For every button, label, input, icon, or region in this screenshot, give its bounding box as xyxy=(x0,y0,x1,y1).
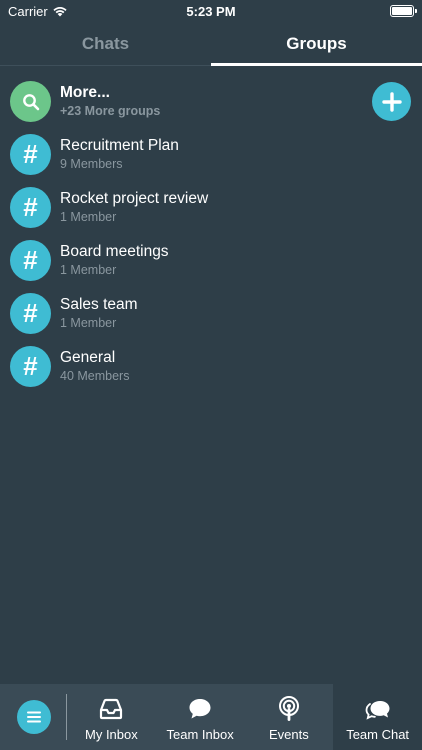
carrier-label: Carrier xyxy=(8,3,48,19)
status-left: Carrier xyxy=(8,4,68,19)
group-text: Sales team 1 Member xyxy=(60,295,138,332)
battery-icon xyxy=(390,5,417,17)
status-bar: Carrier 5:23 PM xyxy=(0,0,422,22)
segment-tabs: Chats Groups xyxy=(0,22,422,66)
tab-chats[interactable]: Chats xyxy=(0,22,211,65)
add-group-button[interactable] xyxy=(372,82,411,121)
hashtag-icon: # xyxy=(10,240,51,281)
search-icon xyxy=(10,81,51,122)
hashtag-icon: # xyxy=(10,187,51,228)
group-name: Recruitment Plan xyxy=(60,137,179,154)
group-members: 9 Members xyxy=(60,157,123,171)
group-members: 1 Member xyxy=(60,210,117,224)
hamburger-icon xyxy=(26,711,41,723)
chat-bubble-icon xyxy=(189,699,211,719)
inbox-icon xyxy=(100,698,123,720)
more-groups-count: +23 More groups xyxy=(60,104,161,118)
group-text: Board meetings 1 Member xyxy=(60,242,169,279)
group-row-board-meetings[interactable]: # Board meetings 1 Member xyxy=(0,234,422,287)
menu-cell xyxy=(0,684,67,750)
team-chat-icon xyxy=(365,701,390,720)
more-groups-text: More... +23 More groups xyxy=(60,83,160,120)
more-groups-row[interactable]: More... +23 More groups xyxy=(0,75,422,128)
plus-icon xyxy=(381,91,402,112)
hashtag-icon: # xyxy=(10,134,51,175)
nav-team-inbox[interactable]: Team Inbox xyxy=(156,684,245,750)
group-members: 1 Member xyxy=(60,316,117,330)
group-row-sales-team[interactable]: # Sales team 1 Member xyxy=(0,287,422,340)
nav-label: My Inbox xyxy=(85,727,138,742)
wifi-icon xyxy=(53,7,67,17)
group-list: More... +23 More groups # Recruitment Pl… xyxy=(0,75,422,393)
nav-my-inbox[interactable]: My Inbox xyxy=(67,684,156,750)
broadcast-icon xyxy=(278,696,299,721)
nav-events[interactable]: Events xyxy=(245,684,334,750)
nav-label: Events xyxy=(269,727,309,742)
group-text: Rocket project review 1 Member xyxy=(60,189,208,226)
group-text: General 40 Members xyxy=(60,348,129,385)
group-row-recruitment-plan[interactable]: # Recruitment Plan 9 Members xyxy=(0,128,422,181)
nav-label: Team Chat xyxy=(346,727,410,742)
group-row-general[interactable]: # General 40 Members xyxy=(0,340,422,393)
bottom-nav: My Inbox Team Inbox Events Team Chat xyxy=(0,684,422,750)
more-groups-title: More... xyxy=(60,84,110,101)
group-text: Recruitment Plan 9 Members xyxy=(60,136,179,173)
hashtag-icon: # xyxy=(10,293,51,334)
menu-button[interactable] xyxy=(16,700,51,734)
hashtag-icon: # xyxy=(10,346,51,387)
nav-team-chat[interactable]: Team Chat xyxy=(333,684,422,750)
group-name: Rocket project review xyxy=(60,190,209,207)
group-name: General xyxy=(60,349,116,366)
group-name: Sales team xyxy=(60,296,138,313)
group-name: Board meetings xyxy=(60,243,169,260)
group-row-rocket-project-review[interactable]: # Rocket project review 1 Member xyxy=(0,181,422,234)
nav-label: Team Inbox xyxy=(166,727,234,742)
group-members: 40 Members xyxy=(60,369,130,383)
tab-groups[interactable]: Groups xyxy=(211,22,422,66)
group-members: 1 Member xyxy=(60,263,117,277)
